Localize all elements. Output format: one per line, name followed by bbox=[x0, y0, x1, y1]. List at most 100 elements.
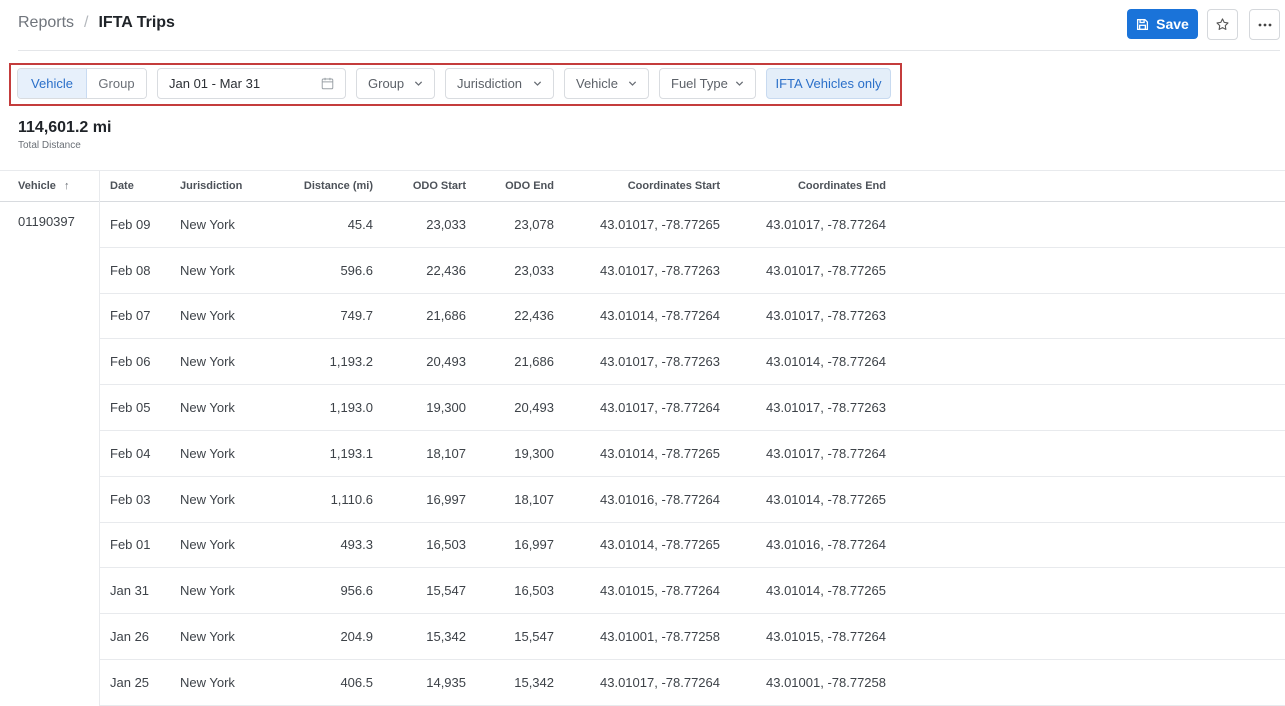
distance-cell: 1,193.2 bbox=[329, 354, 373, 370]
calendar-icon bbox=[321, 77, 334, 90]
column-header-odo-start[interactable]: ODO Start bbox=[396, 171, 466, 201]
column-header-coordinates-start[interactable]: Coordinates Start bbox=[590, 171, 720, 201]
coordinates-start-cell: 43.01016, -78.77264 bbox=[600, 491, 720, 507]
table-row[interactable]: Feb 04 New York 1,193.1 18,107 19,300 43… bbox=[100, 431, 1285, 477]
coordinates-end-cell: 43.01017, -78.77265 bbox=[766, 262, 886, 278]
distance-cell: 1,193.0 bbox=[329, 400, 373, 416]
date-cell: Feb 07 bbox=[110, 308, 151, 324]
coordinates-end-cell: 43.01001, -78.77258 bbox=[766, 674, 886, 690]
favorite-button[interactable] bbox=[1207, 9, 1238, 40]
odo-end-cell: 16,997 bbox=[514, 537, 554, 553]
chevron-down-icon bbox=[735, 81, 744, 86]
jurisdiction-cell: New York bbox=[180, 308, 235, 324]
column-header-vehicle-label: Vehicle bbox=[18, 180, 56, 192]
coordinates-start-cell: 43.01017, -78.77263 bbox=[600, 354, 720, 370]
coordinates-start-cell: 43.01015, -78.77264 bbox=[600, 583, 720, 599]
fuel-type-filter-dropdown[interactable]: Fuel Type bbox=[659, 68, 756, 99]
column-header-date[interactable]: Date bbox=[110, 171, 134, 201]
chevron-down-icon bbox=[533, 81, 542, 86]
odo-start-cell: 15,547 bbox=[426, 583, 466, 599]
more-options-button[interactable] bbox=[1249, 9, 1280, 40]
group-filter-label: Group bbox=[368, 76, 405, 91]
coordinates-start-cell: 43.01017, -78.77264 bbox=[600, 400, 720, 416]
more-horizontal-icon bbox=[1258, 23, 1271, 26]
jurisdiction-cell: New York bbox=[180, 445, 235, 461]
coordinates-end-cell: 43.01014, -78.77265 bbox=[766, 491, 886, 507]
odo-end-cell: 22,436 bbox=[514, 308, 554, 324]
table-row[interactable]: Feb 01 New York 493.3 16,503 16,997 43.0… bbox=[100, 523, 1285, 569]
distance-cell: 45.4 bbox=[347, 216, 373, 232]
vehicle-filter-dropdown[interactable]: Vehicle bbox=[564, 68, 649, 99]
date-cell: Feb 08 bbox=[110, 262, 151, 278]
table-row[interactable]: Feb 07 New York 749.7 21,686 22,436 43.0… bbox=[100, 294, 1285, 340]
jurisdiction-cell: New York bbox=[180, 262, 235, 278]
odo-end-cell: 23,033 bbox=[514, 262, 554, 278]
column-header-distance[interactable]: Distance (mi) bbox=[272, 171, 373, 201]
coordinates-end-cell: 43.01017, -78.77263 bbox=[766, 400, 886, 416]
date-cell: Jan 25 bbox=[110, 674, 150, 690]
odo-start-cell: 14,935 bbox=[426, 674, 466, 690]
column-header-jurisdiction[interactable]: Jurisdiction bbox=[180, 171, 242, 201]
jurisdiction-cell: New York bbox=[180, 674, 235, 690]
distance-cell: 1,110.6 bbox=[330, 491, 373, 507]
group-filter-dropdown[interactable]: Group bbox=[356, 68, 435, 99]
fuel-type-filter-label: Fuel Type bbox=[671, 76, 728, 91]
coordinates-end-cell: 43.01017, -78.77264 bbox=[766, 445, 886, 461]
trips-table-body: Feb 09 New York 45.4 23,033 23,078 43.01… bbox=[100, 202, 1285, 706]
segment-vehicle[interactable]: Vehicle bbox=[18, 69, 87, 98]
segment-group[interactable]: Group bbox=[87, 69, 146, 98]
table-row[interactable]: Feb 09 New York 45.4 23,033 23,078 43.01… bbox=[100, 202, 1285, 248]
page-header: Reports / IFTA Trips Save bbox=[0, 0, 1285, 50]
odo-start-cell: 22,436 bbox=[426, 262, 466, 278]
date-cell: Feb 05 bbox=[110, 400, 151, 416]
odo-end-cell: 21,686 bbox=[514, 354, 554, 370]
coordinates-end-cell: 43.01017, -78.77263 bbox=[766, 308, 886, 324]
column-header-odo-end[interactable]: ODO End bbox=[484, 171, 554, 201]
column-header-coordinates-end[interactable]: Coordinates End bbox=[756, 171, 886, 201]
sort-ascending-icon: ↑ bbox=[63, 180, 70, 192]
date-cell: Feb 09 bbox=[110, 216, 151, 232]
odo-end-cell: 18,107 bbox=[514, 491, 554, 507]
table-row[interactable]: Jan 25 New York 406.5 14,935 15,342 43.0… bbox=[100, 660, 1285, 706]
breadcrumb-reports-link[interactable]: Reports bbox=[18, 14, 74, 32]
coordinates-start-cell: 43.01017, -78.77265 bbox=[600, 216, 720, 232]
coordinates-start-cell: 43.01014, -78.77264 bbox=[600, 308, 720, 324]
save-button-label: Save bbox=[1156, 16, 1189, 32]
table-row[interactable]: Feb 08 New York 596.6 22,436 23,033 43.0… bbox=[100, 248, 1285, 294]
jurisdiction-filter-label: Jurisdiction bbox=[457, 76, 523, 91]
coordinates-start-cell: 43.01017, -78.77264 bbox=[600, 674, 720, 690]
date-range-picker[interactable]: Jan 01 - Mar 31 bbox=[157, 68, 346, 99]
odo-start-cell: 20,493 bbox=[426, 354, 466, 370]
jurisdiction-cell: New York bbox=[180, 400, 235, 416]
odo-start-cell: 19,300 bbox=[426, 400, 466, 416]
table-row[interactable]: Jan 31 New York 956.6 15,547 16,503 43.0… bbox=[100, 568, 1285, 615]
odo-end-cell: 16,503 bbox=[514, 583, 554, 599]
coordinates-end-cell: 43.01017, -78.77264 bbox=[766, 216, 886, 232]
jurisdiction-cell: New York bbox=[180, 583, 235, 599]
chevron-down-icon bbox=[414, 81, 423, 86]
odo-end-cell: 20,493 bbox=[514, 400, 554, 416]
coordinates-end-cell: 43.01015, -78.77264 bbox=[766, 629, 886, 645]
odo-start-cell: 16,503 bbox=[426, 537, 466, 553]
distance-cell: 493.3 bbox=[340, 537, 373, 553]
date-cell: Jan 31 bbox=[110, 583, 150, 599]
ifta-vehicles-only-toggle[interactable]: IFTA Vehicles only bbox=[766, 68, 891, 99]
distance-cell: 1,193.1 bbox=[329, 445, 373, 461]
coordinates-end-cell: 43.01014, -78.77264 bbox=[766, 354, 886, 370]
date-cell: Feb 01 bbox=[110, 537, 151, 553]
table-row[interactable]: Feb 03 New York 1,110.6 16,997 18,107 43… bbox=[100, 477, 1285, 523]
jurisdiction-filter-dropdown[interactable]: Jurisdiction bbox=[445, 68, 554, 99]
table-row[interactable]: Feb 06 New York 1,193.2 20,493 21,686 43… bbox=[100, 339, 1285, 386]
jurisdiction-cell: New York bbox=[180, 216, 235, 232]
coordinates-start-cell: 43.01017, -78.77263 bbox=[600, 262, 720, 278]
table-row[interactable]: Jan 26 New York 204.9 15,342 15,547 43.0… bbox=[100, 614, 1285, 660]
save-button[interactable]: Save bbox=[1127, 9, 1198, 39]
column-divider bbox=[99, 171, 100, 202]
vehicle-group-cell: 01190397 bbox=[18, 214, 75, 229]
column-header-vehicle[interactable]: Vehicle ↑ bbox=[18, 171, 69, 201]
table-row[interactable]: Feb 05 New York 1,193.0 19,300 20,493 43… bbox=[100, 385, 1285, 431]
odo-end-cell: 15,547 bbox=[514, 629, 554, 645]
coordinates-end-cell: 43.01016, -78.77264 bbox=[766, 537, 886, 553]
odo-start-cell: 23,033 bbox=[426, 216, 466, 232]
date-cell: Feb 03 bbox=[110, 491, 151, 507]
